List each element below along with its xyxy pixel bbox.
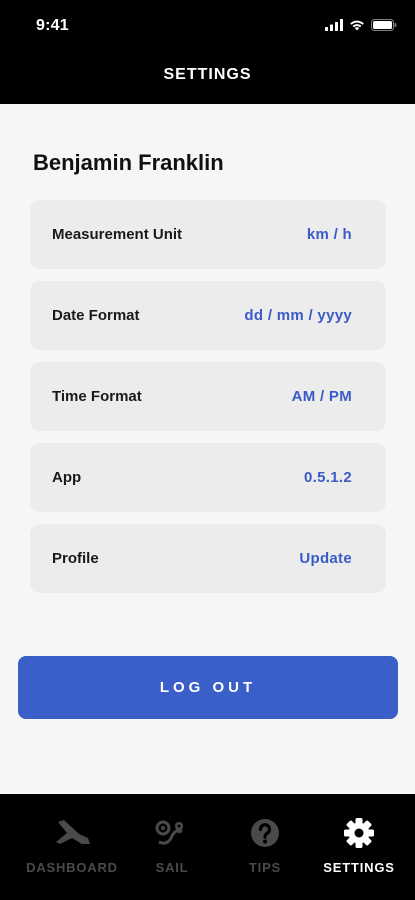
user-name: Benjamin Franklin: [33, 150, 224, 175]
setting-row-app-version: App 0.5.1.2: [30, 443, 386, 512]
setting-row-measurement-unit[interactable]: Measurement Unit km / h: [30, 200, 386, 269]
dashboard-icon: [52, 818, 92, 848]
tab-label: DASHBOARD: [26, 860, 118, 875]
app-version-value: 0.5.1.2: [304, 469, 352, 486]
signal-icon: [325, 19, 343, 31]
sail-route-icon: [154, 818, 190, 848]
page-title: SETTINGS: [163, 66, 252, 83]
setting-label: Profile: [52, 550, 99, 567]
setting-value[interactable]: dd / mm / yyyy: [244, 307, 352, 324]
setting-label: Date Format: [52, 307, 140, 324]
tab-label: SAIL: [155, 860, 189, 875]
setting-row-time-format[interactable]: Time Format AM / PM: [30, 362, 386, 431]
setting-row-date-format[interactable]: Date Format dd / mm / yyyy: [30, 281, 386, 350]
help-icon: [250, 818, 280, 848]
setting-label: Measurement Unit: [52, 226, 183, 243]
logout-button[interactable]: LOG OUT: [18, 656, 398, 719]
bottom-tab-bar: DASHBOARD SAIL TIPS SETTINGS: [0, 794, 415, 900]
gear-icon: [343, 818, 375, 848]
tab-sail[interactable]: SAIL: [120, 794, 224, 900]
setting-row-profile[interactable]: Profile Update: [30, 524, 386, 593]
setting-label: App: [52, 469, 82, 486]
tab-label: TIPS: [248, 860, 282, 875]
status-icons: [325, 17, 397, 33]
setting-label: Time Format: [52, 388, 142, 405]
tab-dashboard[interactable]: DASHBOARD: [20, 794, 124, 900]
battery-icon: [371, 19, 397, 31]
wifi-icon: [350, 20, 364, 31]
tab-settings[interactable]: SETTINGS: [307, 794, 411, 900]
tab-label: SETTINGS: [323, 860, 395, 875]
settings-content: Benjamin Franklin Measurement Unit km / …: [0, 104, 415, 794]
status-time: 9:41: [36, 17, 69, 34]
update-profile-link[interactable]: Update: [299, 550, 352, 567]
setting-value[interactable]: AM / PM: [292, 388, 352, 405]
top-header: 9:41 SETTINGS: [0, 0, 415, 104]
tab-tips[interactable]: TIPS: [213, 794, 317, 900]
setting-value[interactable]: km / h: [307, 226, 352, 243]
